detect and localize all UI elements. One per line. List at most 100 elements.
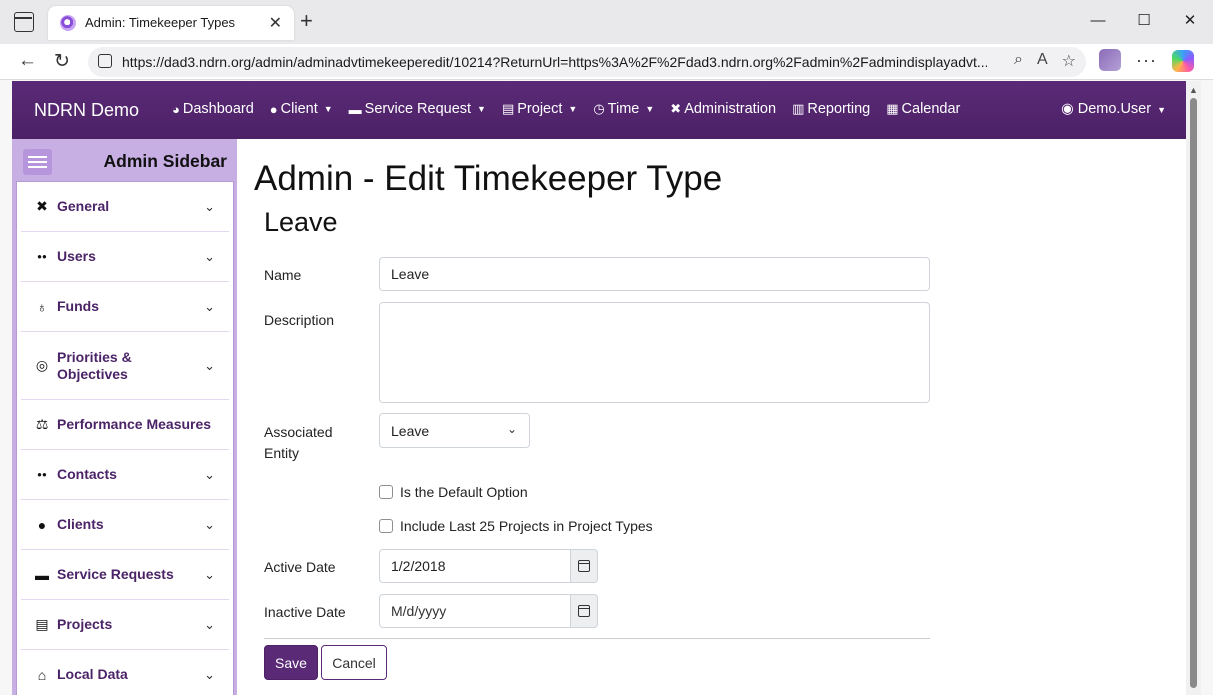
- nav-item-label: Project: [517, 101, 563, 117]
- nav-item-label: Service Request: [364, 101, 472, 117]
- chevron-down-icon: ⌄: [204, 466, 215, 482]
- sidebar-item-clients[interactable]: ● Clients ⌄: [21, 500, 229, 550]
- tab-close-icon[interactable]: ✕: [269, 13, 282, 33]
- read-aloud-icon[interactable]: A: [1037, 51, 1048, 71]
- sidebar-item-label: Performance Measures: [57, 416, 212, 432]
- scroll-thumb[interactable]: [1190, 98, 1197, 688]
- url-field[interactable]: https://dad3.ndrn.org/admin/adminadvtime…: [88, 47, 1086, 77]
- refresh-icon[interactable]: ↻: [54, 50, 70, 73]
- nav-item-calendar[interactable]: ▦ Calendar: [886, 101, 960, 117]
- include-projects-label[interactable]: Include Last 25 Projects in Project Type…: [400, 518, 653, 534]
- nav-item-project[interactable]: ▤ Project ▼: [502, 101, 577, 117]
- sidebar-item-service-requests[interactable]: ▬ Service Requests ⌄: [21, 550, 229, 600]
- admin-sidebar: Admin Sidebar ✖ General ⌄ ●● Users ⌄ ♁ Funds ⌄ ◎ P…: [12, 139, 237, 695]
- associated-entity-label: Associated Entity: [264, 424, 333, 461]
- maximize-icon[interactable]: ☐: [1121, 0, 1167, 40]
- scale-icon: ⚖: [35, 416, 49, 432]
- default-option-label[interactable]: Is the Default Option: [400, 484, 528, 500]
- nav-item-label: Administration: [684, 101, 777, 117]
- active-date-input[interactable]: 1/2/2018: [379, 549, 571, 583]
- site-info-icon[interactable]: [98, 54, 112, 68]
- minimize-icon[interactable]: —: [1075, 0, 1121, 40]
- web-page: NDRN Demo ◕ Dashboard ● Client ▼ ▬ Service Req…: [12, 81, 1186, 695]
- chevron-down-icon: ⌄: [204, 666, 215, 682]
- calendar-icon: [578, 605, 590, 617]
- chevron-down-icon: ⌄: [506, 422, 517, 436]
- back-icon[interactable]: ←: [18, 50, 37, 72]
- sidebar-item-label: General: [57, 198, 110, 214]
- document-icon: ▥: [792, 101, 805, 116]
- default-option-checkbox[interactable]: [379, 485, 393, 499]
- nav-item-time[interactable]: ◷ Time ▼: [593, 101, 654, 117]
- chevron-down-icon: ⌄: [204, 357, 215, 373]
- save-button[interactable]: Save: [264, 645, 318, 680]
- brand-link[interactable]: NDRN Demo: [34, 100, 139, 121]
- url-actions: ⌕ A ☆: [1014, 51, 1076, 71]
- more-options-icon[interactable]: ···: [1136, 50, 1157, 71]
- zoom-icon[interactable]: ⌕: [1014, 51, 1023, 71]
- sidebar-item-label: Local Data: [57, 666, 128, 682]
- clipboard-icon: ▤: [35, 616, 49, 632]
- favicon-icon: [60, 15, 76, 31]
- description-textarea[interactable]: [379, 302, 930, 403]
- sidebar-header: Admin Sidebar: [12, 139, 237, 181]
- user-name: Demo.User: [1077, 101, 1152, 117]
- sidebar-item-contacts[interactable]: ●● Contacts ⌄: [21, 450, 229, 500]
- favorite-icon[interactable]: ☆: [1062, 51, 1076, 71]
- sidebar-item-label: Contacts: [57, 466, 117, 482]
- sidebar-list: ✖ General ⌄ ●● Users ⌄ ♁ Funds ⌄ ◎ Priorities & Ob…: [16, 181, 234, 695]
- sidebar-item-label: Service Requests: [57, 566, 174, 582]
- calendar-icon: ▦: [886, 101, 899, 116]
- user-icon: ●: [269, 101, 278, 117]
- include-projects-checkbox[interactable]: [379, 519, 393, 533]
- scroll-up-icon[interactable]: ▲: [1189, 85, 1198, 95]
- nav-item-reporting[interactable]: ▥ Reporting: [792, 101, 870, 117]
- inactive-date-input[interactable]: M/d/yyyy: [379, 594, 571, 628]
- house-icon: ⌂: [37, 666, 47, 683]
- associated-entity-select[interactable]: Leave ⌄: [379, 413, 530, 448]
- dashboard-icon: ◕: [172, 101, 180, 117]
- sidebar-item-general[interactable]: ✖ General ⌄: [21, 182, 229, 232]
- nav-item-client[interactable]: ● Client ▼: [270, 101, 333, 117]
- page-subtitle: Leave: [264, 207, 338, 237]
- target-icon: ◎: [35, 357, 49, 373]
- top-navbar: NDRN Demo ◕ Dashboard ● Client ▼ ▬ Service Req…: [12, 81, 1186, 139]
- new-tab-icon[interactable]: +: [300, 10, 313, 32]
- sidebar-item-label: Users: [57, 248, 96, 264]
- hamburger-menu-icon[interactable]: [23, 149, 52, 175]
- user-menu[interactable]: ◉ Demo.User ▼: [1061, 101, 1166, 117]
- sidebar-item-projects[interactable]: ▤ Projects ⌄: [21, 600, 229, 650]
- chevron-down-icon: ⌄: [204, 298, 215, 314]
- page-scrollbar[interactable]: ▲: [1186, 81, 1201, 695]
- caret-down-icon: ▼: [477, 104, 486, 114]
- sidebar-item-funds[interactable]: ♁ Funds ⌄: [21, 282, 229, 332]
- extension-icon[interactable]: [1099, 49, 1121, 71]
- sidebar-item-local-data[interactable]: ⌂ Local Data ⌄: [21, 650, 229, 695]
- close-window-icon[interactable]: ✕: [1167, 0, 1213, 40]
- cancel-button[interactable]: Cancel: [321, 645, 387, 680]
- caret-down-icon: ▼: [645, 104, 655, 114]
- nav-item-administration[interactable]: ✖ Administration: [670, 101, 776, 117]
- copilot-icon[interactable]: [1172, 50, 1194, 72]
- inactive-date-picker-button[interactable]: [571, 594, 598, 628]
- sidebar-item-priorities-objectives[interactable]: ◎ Priorities & Objectives ⌄: [21, 332, 229, 400]
- clock-icon: ◷: [593, 101, 605, 116]
- nav-item-dashboard[interactable]: ◕ Dashboard: [172, 101, 254, 117]
- chevron-down-icon: ⌄: [204, 248, 215, 264]
- nav-item-service-request[interactable]: ▬ Service Request ▼: [349, 101, 486, 117]
- tab-actions-icon[interactable]: [14, 12, 34, 32]
- sidebar-title: Admin Sidebar: [103, 151, 228, 171]
- active-date-label: Active Date: [264, 559, 336, 575]
- tab-strip: Admin: Timekeeper Types ✕ + — ☐ ✕: [0, 0, 1213, 44]
- briefcase-icon: ▬: [348, 101, 362, 117]
- users-icon: ●●: [37, 252, 47, 261]
- sidebar-item-performance-measures[interactable]: ⚖ Performance Measures: [21, 400, 229, 450]
- name-input[interactable]: Leave: [379, 257, 930, 291]
- browser-tab[interactable]: Admin: Timekeeper Types ✕: [48, 6, 294, 40]
- active-date-picker-button[interactable]: [571, 549, 598, 583]
- tools-icon: ✖: [670, 101, 682, 116]
- caret-down-icon: ▼: [323, 104, 333, 114]
- clipboard-icon: ▤: [501, 101, 515, 116]
- url-text[interactable]: https://dad3.ndrn.org/admin/adminadvtime…: [122, 54, 987, 70]
- sidebar-item-users[interactable]: ●● Users ⌄: [21, 232, 229, 282]
